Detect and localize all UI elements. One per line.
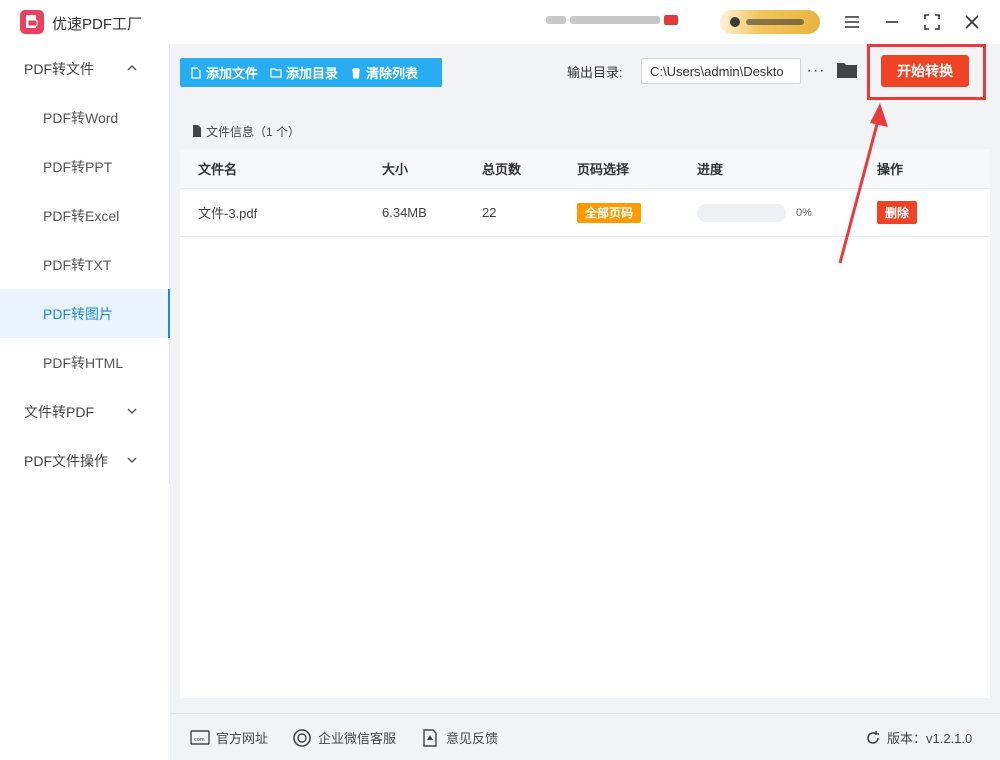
wechat-service-link[interactable]: 企业微信客服 [292,728,396,747]
sidebar-item-label: PDF转HTML [43,354,124,371]
trash-icon [352,67,361,78]
table-row[interactable]: 文件-3.pdf 6.34MB 22 全部页码 0% 删除 [180,189,990,237]
chevron-down-icon [127,457,137,463]
document-icon [193,125,201,137]
file-info-title: 文件信息（1 个） [206,124,301,139]
title-bar: 优速PDF工厂 [0,0,1000,44]
sidebar-item-label: PDF转Excel [43,207,120,224]
promo-banner[interactable] [546,12,700,28]
close-icon[interactable] [960,10,984,34]
sidebar-item-pdf-to-word[interactable]: PDF转Word [0,93,169,142]
sidebar: PDF转文件 PDF转Word PDF转PPT PDF转Excel PDF转TX… [0,44,170,484]
chevron-up-icon [127,65,137,71]
more-options-button[interactable]: ··· [806,58,826,84]
app-logo-icon [20,10,44,34]
column-header-progress: 进度 [697,162,724,177]
minimize-icon[interactable] [880,10,904,34]
maximize-icon[interactable] [920,10,944,34]
table-header: 文件名 大小 总页数 页码选择 进度 操作 [180,149,990,189]
column-header-page-select: 页码选择 [577,162,630,177]
file-icon [191,66,201,79]
website-link[interactable]: com 官方网址 [190,728,268,747]
start-convert-button[interactable]: 开始转换 [881,55,969,87]
sidebar-item-label: PDF转图片 [43,305,113,322]
refresh-icon [867,730,879,744]
wechat-icon [293,728,311,747]
column-header-name: 文件名 [198,162,238,177]
progress-bar [697,203,786,222]
sidebar-item-label: PDF转TXT [43,256,112,273]
sidebar-group-label: 文件转PDF [24,403,94,420]
sidebar-group-label: PDF转文件 [24,60,94,77]
version-label: 版本：v1.2.1.0 [887,731,973,746]
sidebar-item-pdf-to-image[interactable]: PDF转图片 [0,289,170,338]
sidebar-item-pdf-to-excel[interactable]: PDF转Excel [0,191,169,240]
add-folder-label: 添加目录 [286,66,339,81]
sidebar-item-pdf-to-html[interactable]: PDF转HTML [0,338,169,387]
file-list-panel: 文件信息（1 个） 文件名 大小 总页数 页码选择 进度 操作 文件-3.pdf… [180,113,990,698]
sidebar-group-pdf-to-file[interactable]: PDF转文件 [0,44,169,93]
footer: com 官方网址 企业微信客服 意见反馈 版本：v1.2.1.0 [170,713,1000,760]
output-dir-input[interactable] [641,58,801,84]
clear-list-label: 清除列表 [366,66,419,81]
folder-icon [270,67,282,78]
sidebar-group-pdf-operations[interactable]: PDF文件操作 [0,436,169,485]
svg-text:com: com [194,737,205,743]
chevron-down-icon [127,408,137,414]
website-label: 官方网址 [216,731,269,746]
version-info[interactable]: 版本：v1.2.1.0 [865,728,972,747]
sidebar-item-pdf-to-ppt[interactable]: PDF转PPT [0,142,169,191]
progress: 0% [697,203,812,222]
column-header-pages: 总页数 [482,162,522,177]
website-icon: com [190,729,210,745]
output-dir-label: 输出目录: [567,65,623,80]
vip-banner[interactable] [720,10,820,34]
sidebar-group-label: PDF文件操作 [24,452,108,469]
menu-icon[interactable] [840,10,864,34]
file-info-header: 文件信息（1 个） [180,113,990,149]
folder-icon[interactable] [836,60,858,80]
column-header-action: 操作 [877,162,904,177]
feedback-icon [423,728,437,747]
sidebar-group-file-to-pdf[interactable]: 文件转PDF [0,387,169,436]
page-select-button[interactable]: 全部页码 [577,203,642,223]
delete-button[interactable]: 删除 [877,201,918,224]
column-header-size: 大小 [382,162,409,177]
file-size: 6.34MB [382,205,427,220]
file-pages: 22 [482,205,497,220]
file-toolbar: 添加文件 添加目录 清除列表 [180,58,442,87]
feedback-link[interactable]: 意见反馈 [420,728,498,747]
add-folder-button[interactable]: 添加目录 [270,63,338,82]
sidebar-item-label: PDF转PPT [43,158,113,175]
add-file-button[interactable]: 添加文件 [190,63,258,82]
wechat-label: 企业微信客服 [318,731,397,746]
clear-list-button[interactable]: 清除列表 [350,63,418,82]
main-area: 添加文件 添加目录 清除列表 输出目录: ··· 开始转换 文件信息（1 个） … [170,44,1000,760]
add-file-label: 添加文件 [206,66,259,81]
feedback-label: 意见反馈 [446,731,499,746]
app-title: 优速PDF工厂 [52,16,143,33]
progress-label: 0% [796,206,812,219]
sidebar-item-pdf-to-txt[interactable]: PDF转TXT [0,240,169,289]
file-name: 文件-3.pdf [198,206,258,221]
sidebar-item-label: PDF转Word [43,109,119,126]
